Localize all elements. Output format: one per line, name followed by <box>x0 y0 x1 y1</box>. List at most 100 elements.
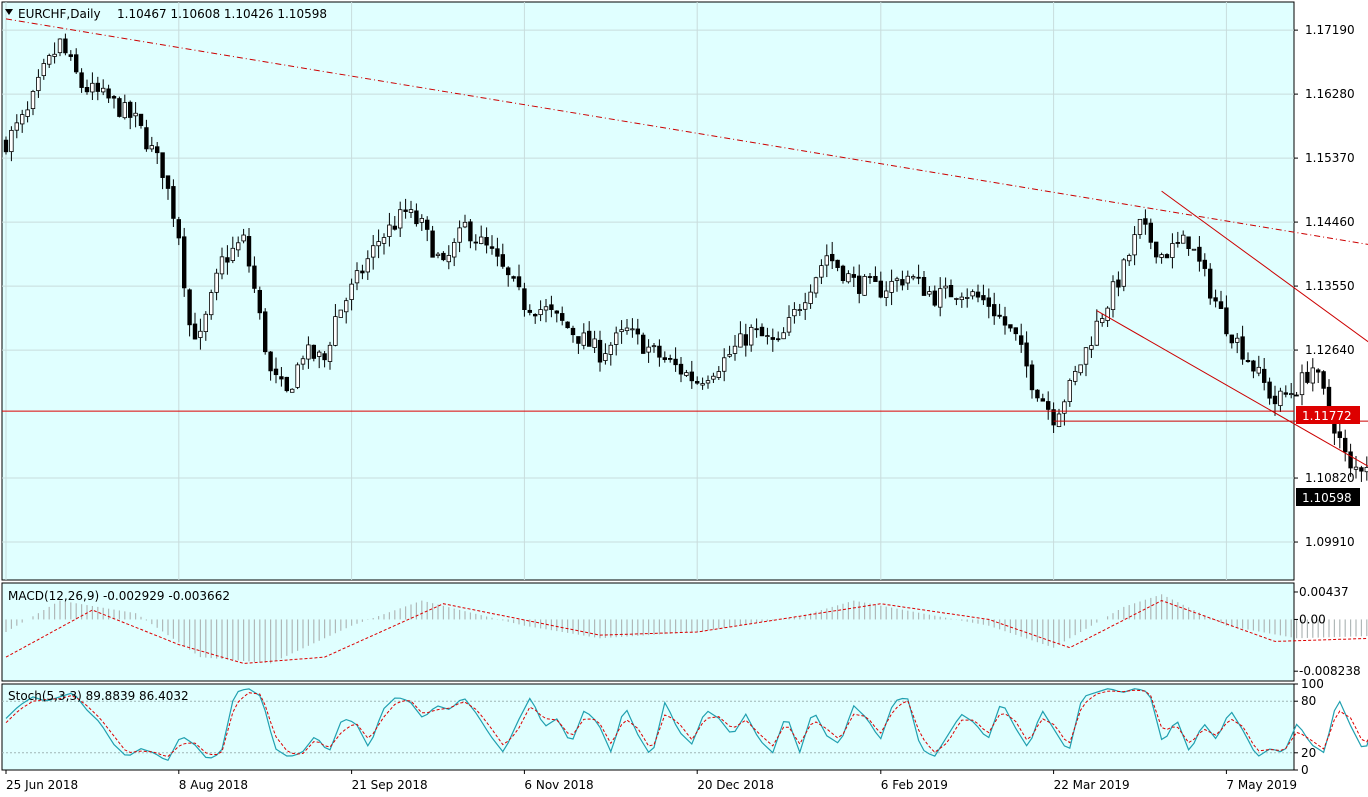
stoch-axis-tick-label: 80 <box>1301 694 1316 708</box>
candle-body <box>554 310 559 314</box>
candle-body <box>608 344 613 355</box>
stoch-axis-tick-label: 20 <box>1301 746 1316 760</box>
candle-body <box>1121 259 1126 287</box>
last-price-label: 1.10598 <box>1302 491 1352 505</box>
candle-body <box>630 328 635 331</box>
candle-body <box>192 323 198 340</box>
candle-body <box>187 289 192 326</box>
candle-body <box>101 87 106 93</box>
time-axis-tick-label: 22 Mar 2019 <box>1054 778 1130 792</box>
candle-body <box>327 344 333 362</box>
candle-body <box>370 245 376 258</box>
candle-body <box>252 265 257 289</box>
candle-body <box>333 316 338 346</box>
candle-body <box>111 96 117 99</box>
candle-body <box>203 313 208 333</box>
candle-body <box>1202 259 1207 269</box>
candle-body <box>225 257 230 263</box>
time-axis-tick-label: 7 May 2019 <box>1226 778 1297 792</box>
candle-body <box>354 270 360 284</box>
candle-body <box>397 209 403 229</box>
candle-body <box>306 344 311 360</box>
candle-body <box>986 297 991 307</box>
candle-body <box>533 313 538 317</box>
price-axis-tick-label: 1.16280 <box>1305 87 1355 101</box>
time-axis-tick-label: 20 Dec 2018 <box>697 778 774 792</box>
candle-body <box>14 122 19 131</box>
macd-indicator-name: MACD(12,26,9) <box>8 589 99 603</box>
candle-body <box>68 54 73 57</box>
candle-body <box>527 309 532 313</box>
candle-body <box>198 330 203 338</box>
candle-body <box>641 334 646 354</box>
candle-body <box>792 308 797 317</box>
price-axis-tick-label: 1.15370 <box>1305 151 1355 165</box>
candle-body <box>916 276 921 279</box>
candle-body <box>1321 371 1326 389</box>
time-axis-tick-label: 25 Jun 2018 <box>6 778 78 792</box>
symbol-label: EURCHF <box>18 7 67 21</box>
candle-body <box>965 297 970 299</box>
candle-body <box>230 247 235 261</box>
stoch-indicator-name: Stoch(5,3,3) <box>8 689 82 703</box>
candle-body <box>90 82 95 93</box>
candle-body <box>1353 466 1359 470</box>
candle-body <box>927 291 932 295</box>
candle-body <box>1343 437 1348 453</box>
candle-body <box>1262 368 1267 383</box>
timeframe-label: Daily <box>70 7 100 21</box>
candle-body <box>705 380 711 384</box>
candle-body <box>722 357 727 372</box>
candle-body <box>1116 279 1121 288</box>
candle-body <box>419 218 424 223</box>
candle-body <box>1078 364 1083 374</box>
candle-body <box>1256 366 1261 374</box>
candle-body <box>1348 451 1353 469</box>
chart-window: 1.17190 1.16280 1.15370 1.14460 1.13550 1.126… <box>0 0 1368 797</box>
candle-body <box>1024 342 1029 367</box>
candle-body <box>41 63 46 77</box>
candle-body <box>538 309 543 316</box>
candle-body <box>1181 234 1186 244</box>
price-axis-tick-label: 1.13550 <box>1305 279 1355 293</box>
candle-body <box>300 358 306 365</box>
candle-body <box>695 381 700 384</box>
candle-body <box>835 259 840 268</box>
candle-body <box>948 284 954 298</box>
price-pane[interactable] <box>1 1 1295 581</box>
candle-body <box>235 242 241 251</box>
candle-body <box>938 288 943 308</box>
candle-body <box>468 221 473 242</box>
candle-body <box>1170 243 1175 258</box>
candle-body <box>1240 336 1245 360</box>
price-axis-tick-label: 1.10820 <box>1305 471 1355 485</box>
candle-body <box>338 309 343 318</box>
candle-body <box>495 248 500 257</box>
candle-body <box>376 241 381 247</box>
candle-body <box>867 276 873 278</box>
price-axis-tick-label: 1.09910 <box>1305 535 1355 549</box>
candle-body <box>1218 301 1224 309</box>
candle-body <box>435 253 441 256</box>
candle-body <box>1073 371 1078 382</box>
candle-body <box>160 152 165 178</box>
candle-body <box>1002 316 1008 326</box>
candle-body <box>392 225 397 230</box>
candle-body <box>651 345 657 348</box>
svg-text:EURCHF,Daily: EURCHF,Daily <box>18 7 101 21</box>
candle-body <box>1272 395 1278 405</box>
candle-body <box>678 363 684 375</box>
candle-body <box>1267 381 1272 399</box>
candle-body <box>1100 318 1105 324</box>
candle-body <box>360 270 365 274</box>
candle-body <box>47 55 52 65</box>
candle-body <box>689 371 694 382</box>
candle-body <box>343 300 349 313</box>
candle-body <box>684 372 689 376</box>
stoch-pane[interactable] <box>1 683 1295 771</box>
candle-body <box>1013 327 1018 335</box>
candle-body <box>219 256 225 275</box>
candle-body <box>668 358 673 360</box>
candle-body <box>592 338 597 349</box>
chart-canvas[interactable]: 1.17190 1.16280 1.15370 1.14460 1.13550 1.126… <box>0 0 1368 797</box>
